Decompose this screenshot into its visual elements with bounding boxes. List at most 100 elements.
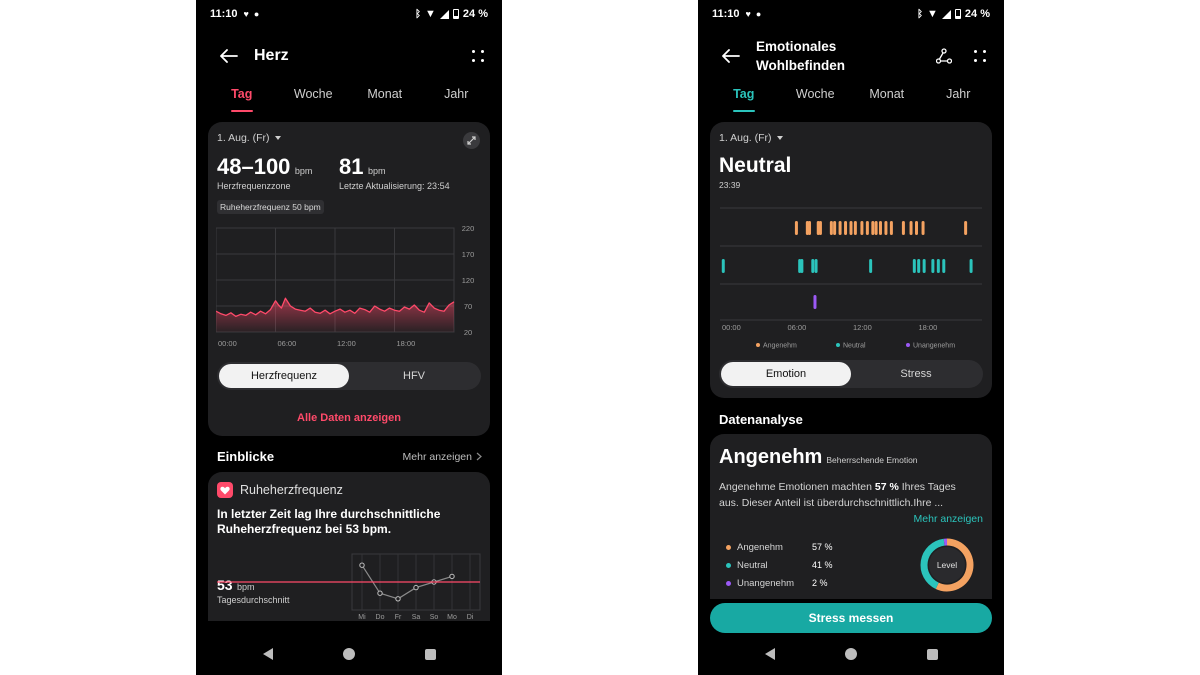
nav-back-icon[interactable] (764, 648, 775, 660)
segment-emotion[interactable]: Emotion (721, 362, 851, 386)
back-arrow-icon[interactable] (218, 45, 240, 67)
expand-icon[interactable] (463, 132, 480, 149)
emo-mark-angenehm-6 (833, 221, 837, 235)
date-selector[interactable]: 1. Aug. (Fr) (217, 132, 281, 144)
emo-mark-neutral-11 (942, 259, 946, 273)
signal-icon (941, 9, 951, 19)
more-insights-link[interactable]: Mehr anzeigen (403, 451, 482, 463)
emo-mark-neutral-3 (811, 259, 815, 273)
tab-month[interactable]: Monat (851, 82, 923, 112)
emotion-share-value: 57 % (812, 542, 833, 552)
emotional-wellbeing-screen: 11:10 ♥ ● ᛒ ▼ 24 % Emotionales Wohlbefin… (698, 0, 1004, 675)
emo-mark-angenehm-4 (818, 221, 822, 235)
emotion-share-row-neutral: Neutral 41 % (726, 556, 846, 574)
measure-stress-button[interactable]: Stress messen (710, 603, 992, 633)
period-tabs: Tag Woche Monat Jahr (698, 82, 1004, 112)
emo-legend-label-unangenehm: Unangenehm (913, 343, 955, 350)
emotion-share-label: Unangenehm (737, 577, 795, 589)
emo-mark-angenehm-19 (909, 221, 913, 235)
emotion-share-row-angenehm: Angenehm 57 % (726, 538, 846, 556)
emotion-share-list: Angenehm 57 % Neutral 41 % Unangenehm 2 % (726, 538, 846, 592)
emo-mark-angenehm-2 (808, 221, 812, 235)
emotion-share-label: Angenehm (737, 541, 783, 553)
nav-recents-icon[interactable] (424, 648, 436, 660)
week-x-tick-Mi: Mi (358, 614, 366, 621)
description-highlight: 57 % (874, 481, 899, 493)
battery-icon (954, 9, 961, 19)
last-update-label: Letzte Aktualisierung: 23:54 (339, 181, 450, 191)
range-label: Herzfrequenzzone (217, 181, 291, 191)
nav-home-icon[interactable] (844, 648, 857, 660)
more-options-icon[interactable] (472, 50, 484, 62)
app-status-icon: ● (755, 9, 762, 19)
emo-mark-angenehm-18 (901, 221, 905, 235)
emo-mark-angenehm-15 (878, 221, 882, 235)
date-selector[interactable]: 1. Aug. (Fr) (719, 132, 783, 144)
segment-stress[interactable]: Stress (851, 362, 981, 386)
emotion-timeline-chart: 00:00 06:00 12:00 18:00 Angenehm Neutral Unang… (720, 207, 982, 350)
status-time: 11:10 (210, 8, 238, 20)
resting-hr-insight-card[interactable]: Ruheherzfrequenz In letzter Zeit lag Ihr… (208, 472, 490, 621)
battery-icon (452, 9, 459, 19)
page-title-line-2: Wohlbefinden (756, 58, 845, 73)
battery-percent: 24 % (964, 8, 990, 20)
period-tabs: Tag Woche Monat Jahr (196, 82, 502, 112)
emo-legend-label-angenehm: Angenehm (763, 343, 797, 350)
analysis-more-link[interactable]: Mehr anzeigen (914, 513, 983, 525)
description-part-1: Angenehme Emotionen machten (719, 481, 875, 493)
more-options-icon[interactable] (974, 50, 986, 62)
emo-x-tick-1200: 12:00 (853, 323, 872, 332)
current-value: 81 (339, 154, 364, 179)
show-all-data-link[interactable]: Alle Daten anzeigen (208, 412, 490, 424)
tab-year[interactable]: Jahr (421, 82, 493, 112)
nav-home-icon[interactable] (342, 648, 355, 660)
status-bar: 11:10 ♥ ● ᛒ ▼ 24 % (698, 0, 1004, 28)
wifi-icon: ▼ (927, 8, 938, 20)
emo-mark-angenehm-0 (794, 221, 798, 235)
emo-legend-dot-angenehm (756, 343, 760, 347)
tab-day[interactable]: Tag (708, 82, 780, 112)
tab-day[interactable]: Tag (206, 82, 278, 112)
heart-rate-card: 1. Aug. (Fr) 48–100 bpm Herzfrequenzzone… (208, 122, 490, 436)
chevron-right-icon (476, 452, 482, 461)
current-emotion: Neutral (719, 154, 792, 177)
tab-month[interactable]: Monat (349, 82, 421, 112)
heart-badge-icon (217, 482, 233, 498)
caret-down-icon (274, 136, 281, 140)
nav-back-icon[interactable] (262, 648, 273, 660)
emotion-level-donut: Level (920, 538, 974, 592)
emo-x-tick-0000: 00:00 (722, 323, 741, 332)
tab-week[interactable]: Woche (278, 82, 350, 112)
week-point-Do (377, 590, 383, 596)
segment-heart-rate[interactable]: Herzfrequenz (219, 364, 349, 388)
segment-hrv[interactable]: HFV (349, 364, 479, 388)
tab-year[interactable]: Jahr (923, 82, 995, 112)
system-nav-bar (196, 633, 502, 675)
emo-mark-angenehm-8 (844, 221, 848, 235)
date-label: 1. Aug. (Fr) (719, 132, 772, 144)
hr-y-tick-70: 70 (464, 302, 472, 311)
emotion-stress-segment: Emotion Stress (719, 360, 983, 388)
hr-y-tick-120: 120 (462, 276, 475, 285)
app-bar: Emotionales Wohlbefinden (698, 34, 1004, 78)
hr-y-tick-220: 220 (462, 224, 475, 233)
emo-mark-neutral-2 (800, 259, 804, 273)
share-icon[interactable] (936, 48, 952, 64)
emo-mark-angenehm-21 (921, 221, 925, 235)
emo-mark-neutral-6 (912, 259, 916, 273)
emo-mark-neutral-9 (931, 259, 935, 273)
signal-icon (439, 9, 449, 19)
heart-rate-chart: 220 170 120 70 20 00:00 06:00 12:00 18:00 (216, 224, 475, 348)
app-status-icon: ● (253, 9, 260, 19)
back-arrow-icon[interactable] (720, 45, 742, 67)
dominant-emotion: Angenehm (719, 446, 823, 468)
system-nav-bar (698, 633, 1004, 675)
nav-recents-icon[interactable] (926, 648, 938, 660)
date-label: 1. Aug. (Fr) (217, 132, 270, 144)
week-x-tick-Mo: Mo (447, 614, 457, 621)
emo-mark-neutral-8 (922, 259, 926, 273)
emotion-time: 23:39 (719, 180, 741, 190)
tab-week[interactable]: Woche (780, 82, 852, 112)
emotion-share-value: 41 % (812, 560, 833, 570)
heart-status-icon: ♥ (243, 9, 249, 19)
